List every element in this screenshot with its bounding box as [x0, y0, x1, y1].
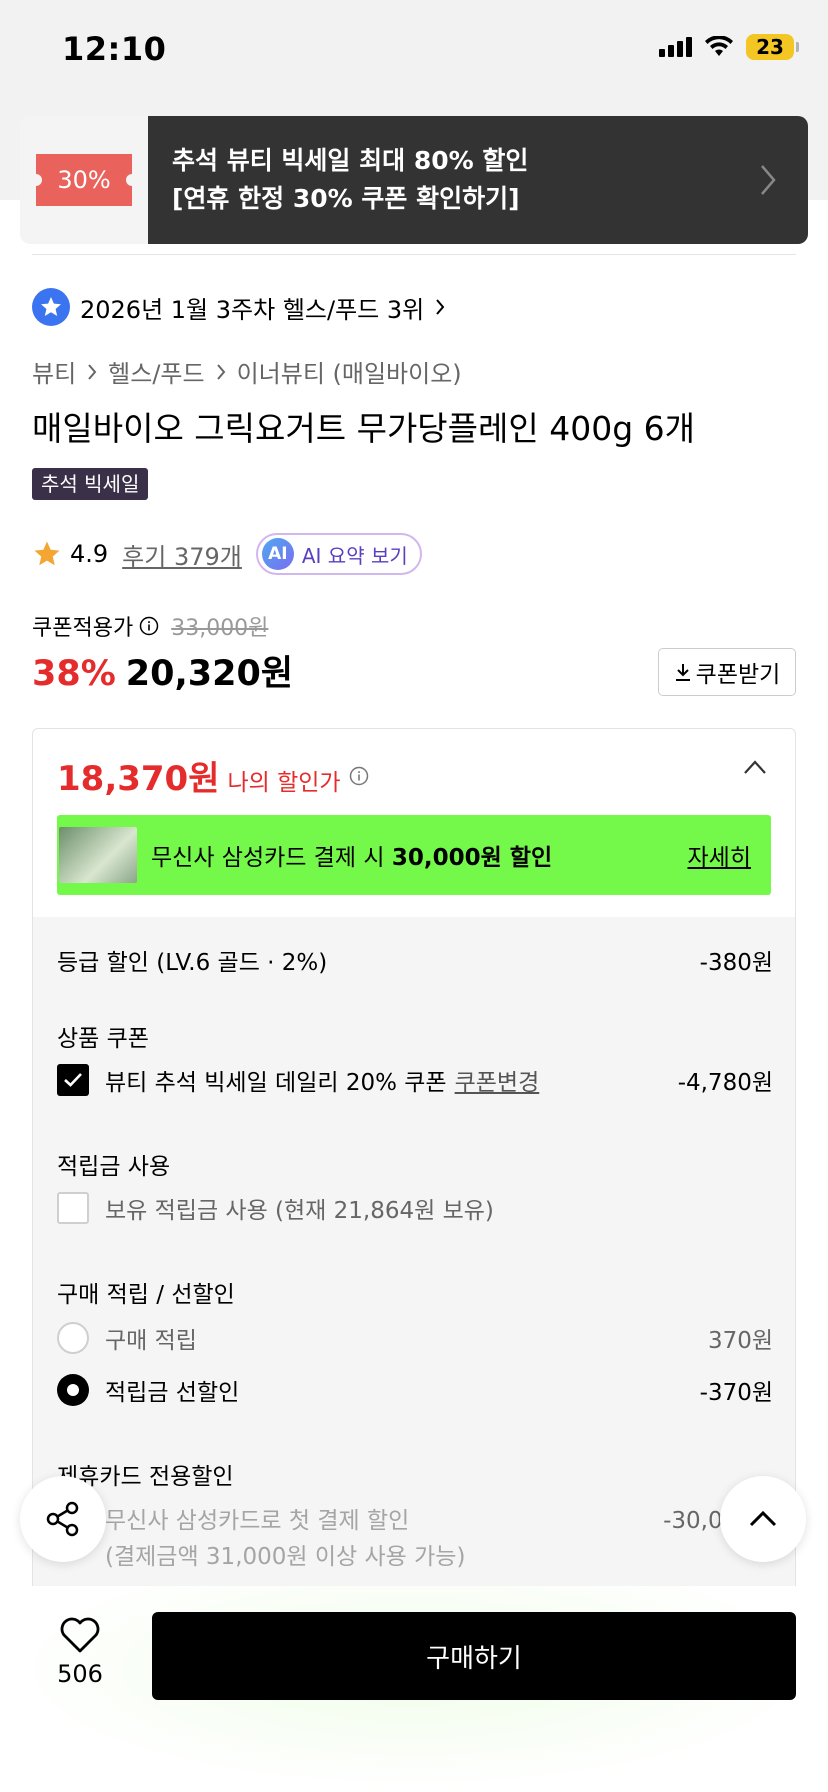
coupon-amount: -4,780원 — [677, 1070, 773, 1096]
rating-row: 4.9 후기 379개 AI AI 요약 보기 — [32, 532, 422, 576]
chevron-up-icon[interactable] — [743, 759, 767, 775]
promo-text: 무신사 삼성카드 결제 시 30,000원 할인 — [151, 838, 552, 872]
review-count-link[interactable]: 후기 379개 — [122, 537, 242, 572]
card-discount-row: 무신사 삼성카드로 첫 결제 할인 -30,000원 — [57, 1501, 773, 1535]
info-icon[interactable] — [139, 616, 159, 636]
points-item-label: 보유 적립금 사용 (현재 21,864원 보유) — [105, 1198, 494, 1224]
rating-value: 4.9 — [70, 540, 109, 568]
coupon-item-label: 뷰티 추석 빅세일 데일리 20% 쿠폰 — [105, 1070, 447, 1096]
breadcrumb-item[interactable]: 이너뷰티 (매일바이오) — [237, 354, 462, 389]
wifi-icon — [705, 36, 733, 56]
chevron-right-icon — [88, 363, 97, 380]
like-count: 506 — [57, 1660, 103, 1688]
coupon-section-title: 상품 쿠폰 — [57, 1026, 149, 1052]
promo-banner[interactable]: 30% 추석 뷰티 빅세일 최대 80% 할인 [연휴 한정 30% 쿠폰 확인… — [20, 116, 808, 244]
status-time: 12:10 — [62, 30, 167, 68]
ai-summary-button[interactable]: AI AI 요약 보기 — [255, 533, 422, 575]
chevron-right-icon — [216, 363, 225, 380]
ranking-star-icon — [32, 288, 70, 326]
coupon-price-label: 쿠폰적용가 — [32, 616, 134, 641]
promo-card-image — [59, 827, 137, 883]
status-bar: 12:10 23 — [0, 0, 828, 100]
chevron-up-icon — [749, 1510, 777, 1527]
coupon-row: 뷰티 추석 빅세일 데일리 20% 쿠폰 쿠폰변경 -4,780원 — [57, 1063, 773, 1097]
cellular-signal-icon — [659, 37, 692, 57]
grade-discount-label: 등급 할인 (LV.6 골드 · 2%) — [57, 950, 328, 976]
points-section-title: 적립금 사용 — [57, 1154, 171, 1180]
share-button[interactable] — [20, 1476, 106, 1562]
buy-button[interactable]: 구매하기 — [152, 1612, 796, 1700]
ranking-text: 2026년 1월 3주차 헬스/푸드 3위 — [80, 295, 425, 324]
share-icon — [46, 1501, 79, 1537]
coupon-tag-icon: 30% — [30, 154, 138, 206]
status-icons: 23 — [659, 34, 799, 60]
my-price-row: 18,370원 나의 할인가 — [57, 751, 369, 800]
card-discount-note-row: (결제금액 31,000원 이상 사용 가능) — [57, 1537, 773, 1571]
promo-text-bold: 30,000원 할인 — [391, 845, 553, 871]
breadcrumb: 뷰티 헬스/푸드 이너뷰티 (매일바이오) — [32, 354, 462, 389]
ai-icon: AI — [261, 538, 294, 570]
card-discount-note: (결제금액 31,000원 이상 사용 가능) — [105, 1544, 466, 1570]
purchase-earn-row: 구매 적립 370원 — [57, 1321, 773, 1355]
get-coupon-button[interactable]: 쿠폰받기 — [658, 648, 796, 696]
info-icon[interactable] — [349, 766, 369, 786]
banner-line-1: 추석 뷰티 빅세일 최대 80% 할인 — [172, 146, 529, 175]
purchase-pre-row: 적립금 선할인 -370원 — [57, 1373, 773, 1407]
coupon-checkbox[interactable] — [57, 1064, 89, 1096]
purchase-pre-radio[interactable] — [57, 1374, 89, 1406]
my-price-label: 나의 할인가 — [227, 770, 341, 796]
points-row: 보유 적립금 사용 (현재 21,864원 보유) — [57, 1191, 773, 1225]
product-title: 매일바이오 그릭요거트 무가당플레인 400g 6개 — [32, 409, 696, 448]
event-badge: 추석 빅세일 — [32, 468, 149, 500]
heart-icon — [60, 1617, 100, 1653]
card-promo-banner[interactable]: 무신사 삼성카드 결제 시 30,000원 할인 자세히 — [57, 815, 771, 895]
promo-details-link[interactable]: 자세히 — [688, 838, 751, 872]
banner-text-area: 추석 뷰티 빅세일 최대 80% 할인 [연휴 한정 30% 쿠폰 확인하기] — [148, 116, 808, 244]
breadcrumb-item[interactable]: 뷰티 — [32, 354, 76, 389]
like-button[interactable]: 506 — [52, 1616, 108, 1688]
price-row: 38% 20,320원 — [32, 645, 293, 696]
purchase-section-title: 구매 적립 / 선할인 — [57, 1282, 235, 1308]
coupon-tag-label: 30% — [57, 166, 111, 194]
grade-discount-amount: -380원 — [699, 950, 773, 976]
purchase-earn-radio[interactable] — [57, 1322, 89, 1354]
chevron-right-icon — [436, 299, 445, 315]
banner-coupon-area: 30% — [20, 116, 148, 244]
chevron-right-icon — [761, 165, 776, 195]
purchase-earn-label: 구매 적립 — [105, 1328, 197, 1354]
banner-line-2: [연휴 한정 30% 쿠폰 확인하기] — [172, 184, 520, 213]
ai-summary-label: AI 요약 보기 — [301, 543, 408, 568]
grade-discount-row: 등급 할인 (LV.6 골드 · 2%) -380원 — [57, 943, 773, 977]
purchase-pre-label: 적립금 선할인 — [105, 1380, 240, 1406]
card-discount-label: 무신사 삼성카드로 첫 결제 할인 — [105, 1508, 410, 1534]
ranking-link[interactable]: 2026년 1월 3주차 헬스/푸드 3위 — [32, 288, 446, 326]
bottom-action-bar: 506 구매하기 — [0, 1586, 828, 1792]
my-price-amount: 18,370원 — [57, 759, 220, 799]
battery-icon: 23 — [746, 34, 799, 60]
price-label-row: 쿠폰적용가 33,000원 — [32, 610, 268, 642]
breadcrumb-item[interactable]: 헬스/푸드 — [108, 354, 204, 389]
points-checkbox[interactable] — [57, 1192, 89, 1224]
sale-price: 20,320원 — [125, 654, 294, 694]
divider — [32, 254, 796, 255]
original-price: 33,000원 — [171, 616, 269, 641]
promo-text-regular: 무신사 삼성카드 결제 시 — [151, 845, 392, 871]
rating-star-icon — [34, 541, 60, 566]
coupon-change-link[interactable]: 쿠폰변경 — [455, 1063, 540, 1097]
discount-percent: 38% — [32, 654, 116, 694]
scroll-top-button[interactable] — [720, 1476, 806, 1562]
get-coupon-label: 쿠폰받기 — [695, 662, 781, 688]
purchase-pre-amount: -370원 — [699, 1380, 773, 1406]
purchase-earn-amount: 370원 — [707, 1328, 773, 1354]
download-icon — [675, 664, 690, 681]
